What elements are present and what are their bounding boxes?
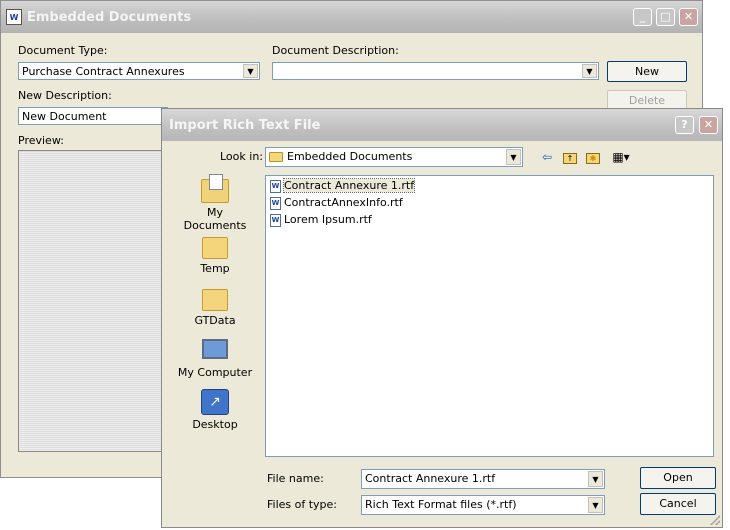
my-documents-icon [201, 174, 229, 203]
rtf-file-icon: W [270, 196, 281, 210]
place-desktop[interactable]: ↗ Desktop [174, 389, 256, 431]
place-label: Desktop [192, 418, 238, 431]
chevron-down-icon[interactable]: ▼ [243, 64, 258, 78]
look-in-value: Embedded Documents [287, 150, 413, 163]
chevron-down-icon[interactable]: ▼ [588, 497, 603, 513]
list-item[interactable]: W ContractAnnexInfo.rtf [270, 196, 403, 212]
new-folder-icon[interactable]: ✱ [584, 149, 602, 165]
place-gtdata[interactable]: GTData [174, 285, 256, 327]
preview-pane [18, 150, 178, 452]
document-description-label: Document Description: [272, 44, 399, 57]
new-description-value: New Document [22, 110, 107, 123]
files-of-type-label: Files of type: [267, 498, 338, 511]
file-name-value: Contract Annexure 1.rtf [365, 472, 496, 485]
new-button[interactable]: New [607, 61, 687, 82]
dialog-close-button[interactable]: ✕ [699, 116, 718, 134]
file-name: ContractAnnexInfo.rtf [284, 196, 403, 209]
file-name-label: File name: [267, 472, 324, 485]
list-item[interactable]: W Lorem Ipsum.rtf [270, 213, 372, 229]
place-label: My Documents [183, 206, 247, 232]
dialog-title: Import Rich Text File [169, 118, 321, 133]
title-bar[interactable]: W Embedded Documents _ □ ✕ [1, 1, 702, 33]
file-name-input[interactable]: Contract Annexure 1.rtf ▼ [361, 469, 605, 489]
open-button[interactable]: Open [640, 467, 716, 489]
place-label: My Computer [177, 366, 253, 379]
up-folder-icon[interactable]: ↑ [561, 149, 579, 165]
file-name: Lorem Ipsum.rtf [284, 213, 372, 226]
file-name: Contract Annexure 1.rtf [282, 178, 416, 193]
place-my-computer[interactable]: My Computer [174, 337, 256, 379]
files-of-type-select[interactable]: Rich Text Format files (*.rtf) ▼ [361, 495, 605, 515]
folder-icon [269, 152, 283, 162]
rtf-file-icon: W [270, 179, 281, 193]
view-menu-icon[interactable]: ▦▾ [608, 149, 634, 165]
close-button[interactable]: ✕ [679, 8, 698, 26]
cancel-button[interactable]: Cancel [640, 493, 716, 515]
rtf-file-icon: W [270, 213, 281, 227]
place-temp[interactable]: Temp [174, 233, 256, 275]
place-label: GTData [194, 314, 236, 327]
app-icon: W [6, 9, 22, 25]
place-my-documents[interactable]: My Documents [174, 174, 256, 232]
file-list[interactable]: W Contract Annexure 1.rtf W ContractAnnexI… [265, 175, 714, 457]
minimize-button[interactable]: _ [633, 8, 652, 26]
document-type-label: Document Type: [18, 44, 108, 57]
chevron-down-icon[interactable]: ▼ [506, 149, 521, 165]
window-title: Embedded Documents [27, 10, 192, 25]
files-of-type-value: Rich Text Format files (*.rtf) [365, 498, 517, 511]
new-description-input[interactable]: New Document [18, 107, 168, 125]
my-computer-icon [202, 339, 228, 359]
document-type-value: Purchase Contract Annexures [22, 65, 185, 78]
desktop-icon: ↗ [201, 389, 229, 415]
maximize-button[interactable]: □ [656, 8, 675, 26]
preview-label: Preview: [18, 134, 64, 147]
chevron-down-icon[interactable]: ▼ [588, 471, 603, 487]
dialog-title-bar[interactable]: Import Rich Text File ? ✕ [162, 109, 722, 141]
new-description-label: New Description: [18, 89, 112, 102]
place-label: Temp [200, 262, 230, 275]
help-button[interactable]: ? [675, 116, 694, 134]
look-in-select[interactable]: Embedded Documents ▼ [265, 147, 523, 167]
folder-icon [202, 289, 228, 311]
list-item[interactable]: W Contract Annexure 1.rtf [270, 178, 416, 195]
back-icon[interactable]: ⇦ [538, 149, 556, 165]
resize-grip-icon[interactable] [710, 515, 720, 525]
document-description-select[interactable]: ▼ [272, 62, 599, 80]
folder-icon [202, 237, 228, 259]
import-rich-text-file-dialog: Import Rich Text File ? ✕ Look in: Embed… [161, 108, 723, 528]
chevron-down-icon[interactable]: ▼ [582, 64, 597, 78]
look-in-label: Look in: [220, 150, 263, 163]
document-type-select[interactable]: Purchase Contract Annexures ▼ [18, 62, 260, 80]
